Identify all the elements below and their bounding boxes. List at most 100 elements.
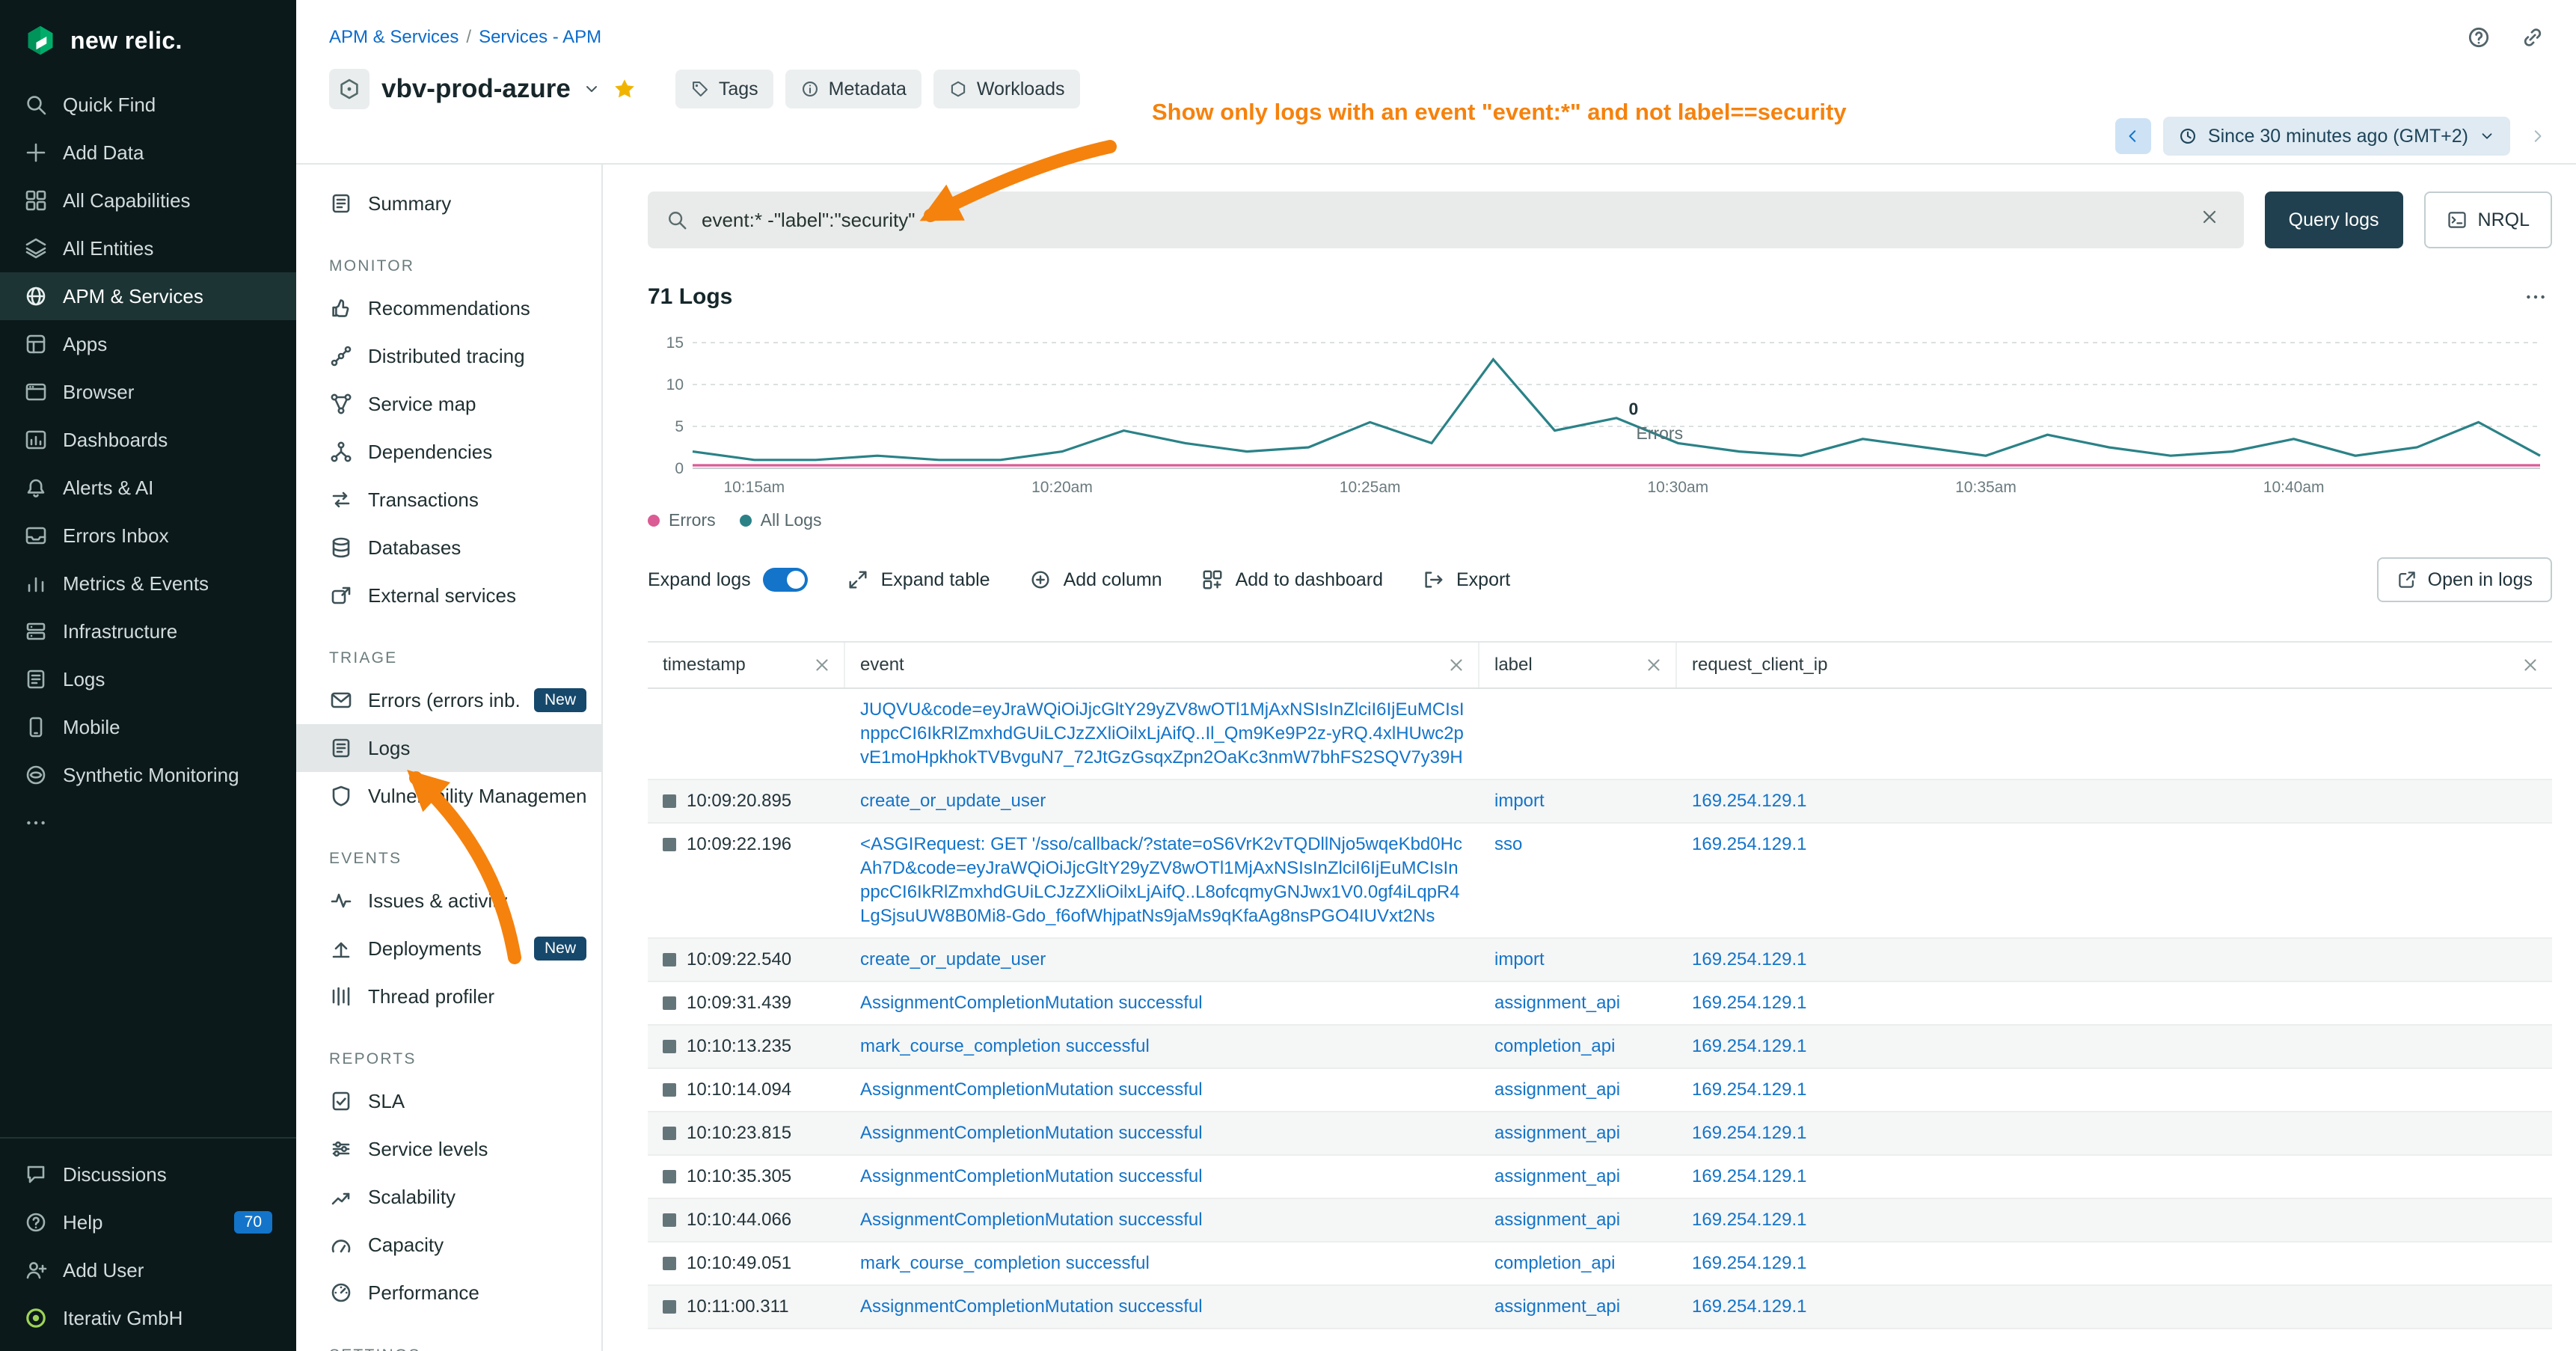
- sidebar-item-errors-errors-inb[interactable]: Errors (errors inb...New: [296, 676, 601, 724]
- sidebar-item-performance[interactable]: Performance: [296, 1269, 601, 1317]
- log-row-marker-icon[interactable]: [663, 838, 676, 851]
- time-range-button[interactable]: Since 30 minutes ago (GMT+2): [2163, 117, 2510, 156]
- remove-column-request-client-ip-button[interactable]: [2521, 655, 2540, 675]
- copy-permalink-button[interactable]: [2513, 18, 2552, 57]
- sidebar-item-summary[interactable]: Summary: [296, 180, 601, 227]
- log-row-marker-icon[interactable]: [663, 996, 676, 1010]
- label-link[interactable]: assignment_api: [1494, 1123, 1620, 1143]
- event-link[interactable]: AssignmentCompletionMutation successful: [860, 993, 1203, 1013]
- logs-more-options-button[interactable]: [2519, 285, 2552, 309]
- sidebar-item-vulnerability-management[interactable]: Vulnerability Management: [296, 772, 601, 820]
- expand-logs-toggle[interactable]: [763, 568, 808, 592]
- event-link[interactable]: AssignmentCompletionMutation successful: [860, 1210, 1203, 1230]
- add-to-dashboard-button[interactable]: Add to dashboard: [1201, 569, 1383, 591]
- request-client-ip-link[interactable]: 169.254.129.1: [1692, 993, 1806, 1013]
- sidebar-item-dependencies[interactable]: Dependencies: [296, 428, 601, 476]
- label-link[interactable]: assignment_api: [1494, 993, 1620, 1013]
- label-link[interactable]: completion_api: [1494, 1253, 1615, 1273]
- sidebar-item-logs[interactable]: Logs: [0, 655, 296, 703]
- log-row-marker-icon[interactable]: [663, 1040, 676, 1053]
- table-row[interactable]: 10:10:14.094AssignmentCompletionMutation…: [648, 1069, 2552, 1112]
- sidebar-item-all-entities[interactable]: All Entities: [0, 224, 296, 272]
- event-link[interactable]: <ASGIRequest: GET '/sso/callback/?state=…: [860, 834, 1462, 926]
- sidebar-item-quick-find[interactable]: Quick Find: [0, 81, 296, 129]
- sidebar-item-thread-profiler[interactable]: Thread profiler: [296, 972, 601, 1020]
- log-row-marker-icon[interactable]: [663, 1083, 676, 1097]
- sidebar-item-discussions[interactable]: Discussions: [0, 1151, 296, 1198]
- sidebar-item-apps[interactable]: Apps: [0, 320, 296, 368]
- log-row-marker-icon[interactable]: [663, 794, 676, 808]
- tags-button[interactable]: Tags: [675, 70, 773, 108]
- request-client-ip-link[interactable]: 169.254.129.1: [1692, 1123, 1806, 1143]
- sidebar-item-add-data[interactable]: Add Data: [0, 129, 296, 177]
- event-link[interactable]: mark_course_completion successful: [860, 1036, 1150, 1056]
- table-row[interactable]: 10:10:35.305AssignmentCompletionMutation…: [648, 1156, 2552, 1199]
- label-link[interactable]: assignment_api: [1494, 1079, 1620, 1100]
- table-row[interactable]: 10:09:22.196<ASGIRequest: GET '/sso/call…: [648, 824, 2552, 939]
- sidebar-item-metrics-events[interactable]: Metrics & Events: [0, 560, 296, 607]
- sidebar-item-add-user[interactable]: Add User: [0, 1246, 296, 1294]
- table-row[interactable]: 10:10:49.051mark_course_completion succe…: [648, 1243, 2552, 1286]
- event-link[interactable]: AssignmentCompletionMutation successful: [860, 1123, 1203, 1143]
- table-row[interactable]: 10:09:31.439AssignmentCompletionMutation…: [648, 982, 2552, 1026]
- log-row-marker-icon[interactable]: [663, 953, 676, 966]
- time-forward-button[interactable]: [2522, 118, 2552, 154]
- sidebar-item-recommendations[interactable]: Recommendations: [296, 284, 601, 332]
- sidebar-item-external-services[interactable]: External services: [296, 572, 601, 619]
- label-link[interactable]: import: [1494, 949, 1545, 969]
- nrql-button[interactable]: NRQL: [2424, 192, 2552, 248]
- new-relic-logo[interactable]: new relic.: [0, 0, 296, 81]
- request-client-ip-link[interactable]: 169.254.129.1: [1692, 1253, 1806, 1273]
- export-button[interactable]: Export: [1422, 569, 1510, 591]
- event-link[interactable]: AssignmentCompletionMutation successful: [860, 1296, 1203, 1317]
- sidebar-item-databases[interactable]: Databases: [296, 524, 601, 572]
- metadata-button[interactable]: Metadata: [785, 70, 921, 108]
- log-row-marker-icon[interactable]: [663, 1257, 676, 1270]
- sidebar-item-browser[interactable]: Browser: [0, 368, 296, 416]
- request-client-ip-link[interactable]: 169.254.129.1: [1692, 1166, 1806, 1186]
- entity-name[interactable]: vbv-prod-azure: [381, 74, 571, 104]
- request-client-ip-link[interactable]: 169.254.129.1: [1692, 1296, 1806, 1317]
- entity-switcher-chevron-icon[interactable]: [583, 80, 601, 98]
- request-client-ip-link[interactable]: 169.254.129.1: [1692, 1079, 1806, 1100]
- table-row[interactable]: 10:09:22.540create_or_update_userimport1…: [648, 939, 2552, 982]
- request-client-ip-link[interactable]: 169.254.129.1: [1692, 791, 1806, 811]
- table-row[interactable]: 10:10:13.235mark_course_completion succe…: [648, 1026, 2552, 1069]
- request-client-ip-link[interactable]: 169.254.129.1: [1692, 1210, 1806, 1230]
- sidebar-item-mobile[interactable]: Mobile: [0, 703, 296, 751]
- remove-column-label-button[interactable]: [1644, 655, 1663, 675]
- table-row[interactable]: 10:10:23.815AssignmentCompletionMutation…: [648, 1112, 2552, 1156]
- sidebar-item-apm-services[interactable]: APM & Services: [0, 272, 296, 320]
- log-row-marker-icon[interactable]: [663, 1213, 676, 1227]
- log-row-marker-icon[interactable]: [663, 1127, 676, 1140]
- event-link[interactable]: AssignmentCompletionMutation successful: [860, 1079, 1203, 1100]
- remove-column-timestamp-button[interactable]: [812, 655, 832, 675]
- sidebar-item-errors-inbox[interactable]: Errors Inbox: [0, 512, 296, 560]
- label-link[interactable]: import: [1494, 791, 1545, 811]
- sidebar-item-synthetic-monitoring[interactable]: Synthetic Monitoring: [0, 751, 296, 799]
- label-link[interactable]: sso: [1494, 834, 1522, 854]
- breadcrumb-link-services-apm[interactable]: Services - APM: [479, 27, 601, 48]
- sidebar-item-dashboards[interactable]: Dashboards: [0, 416, 296, 464]
- request-client-ip-link[interactable]: 169.254.129.1: [1692, 834, 1806, 854]
- sidebar-item-capacity[interactable]: Capacity: [296, 1221, 601, 1269]
- event-link[interactable]: JUQVU&code=eyJraWQiOiJjcGltY29yZV8wOTl1M…: [860, 699, 1465, 768]
- label-link[interactable]: completion_api: [1494, 1036, 1615, 1056]
- log-query-input[interactable]: event:* -"label":"security": [648, 192, 2244, 248]
- sidebar-item-issues-activity[interactable]: Issues & activity: [296, 877, 601, 925]
- sidebar-item-more[interactable]: [0, 799, 296, 847]
- logs-timeline-chart[interactable]: 05101510:15am10:20am10:25am10:30am10:35a…: [648, 328, 2552, 501]
- event-link[interactable]: AssignmentCompletionMutation successful: [860, 1166, 1203, 1186]
- workloads-button[interactable]: Workloads: [933, 70, 1080, 108]
- label-link[interactable]: assignment_api: [1494, 1166, 1620, 1186]
- add-column-button[interactable]: Add column: [1029, 569, 1162, 591]
- expand-table-button[interactable]: Expand table: [847, 569, 990, 591]
- time-back-button[interactable]: [2115, 118, 2151, 154]
- sidebar-item-service-levels[interactable]: Service levels: [296, 1125, 601, 1173]
- log-row-marker-icon[interactable]: [663, 1170, 676, 1183]
- sidebar-item-transactions[interactable]: Transactions: [296, 476, 601, 524]
- table-row[interactable]: 10:11:00.311AssignmentCompletionMutation…: [648, 1286, 2552, 1329]
- label-link[interactable]: assignment_api: [1494, 1296, 1620, 1317]
- legend-item-errors[interactable]: Errors: [648, 510, 716, 530]
- event-link[interactable]: create_or_update_user: [860, 949, 1046, 969]
